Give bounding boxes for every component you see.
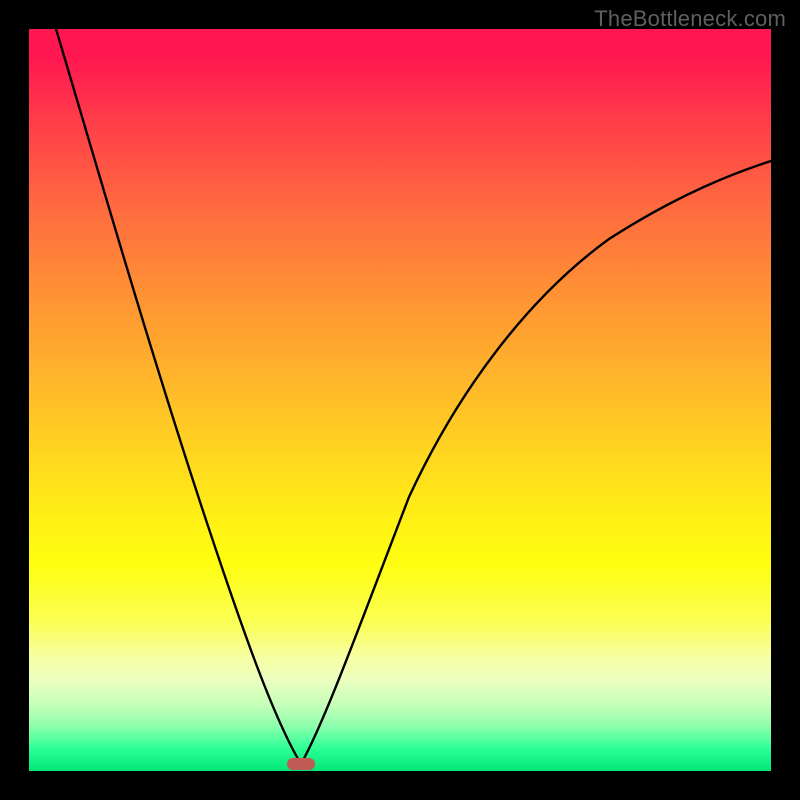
chart-stage: TheBottleneck.com: [0, 0, 800, 800]
bottleneck-curve: [56, 29, 771, 764]
plot-area: [29, 29, 771, 771]
watermark-text: TheBottleneck.com: [594, 6, 786, 32]
optimum-marker: [287, 758, 315, 770]
curve-svg: [29, 29, 771, 771]
